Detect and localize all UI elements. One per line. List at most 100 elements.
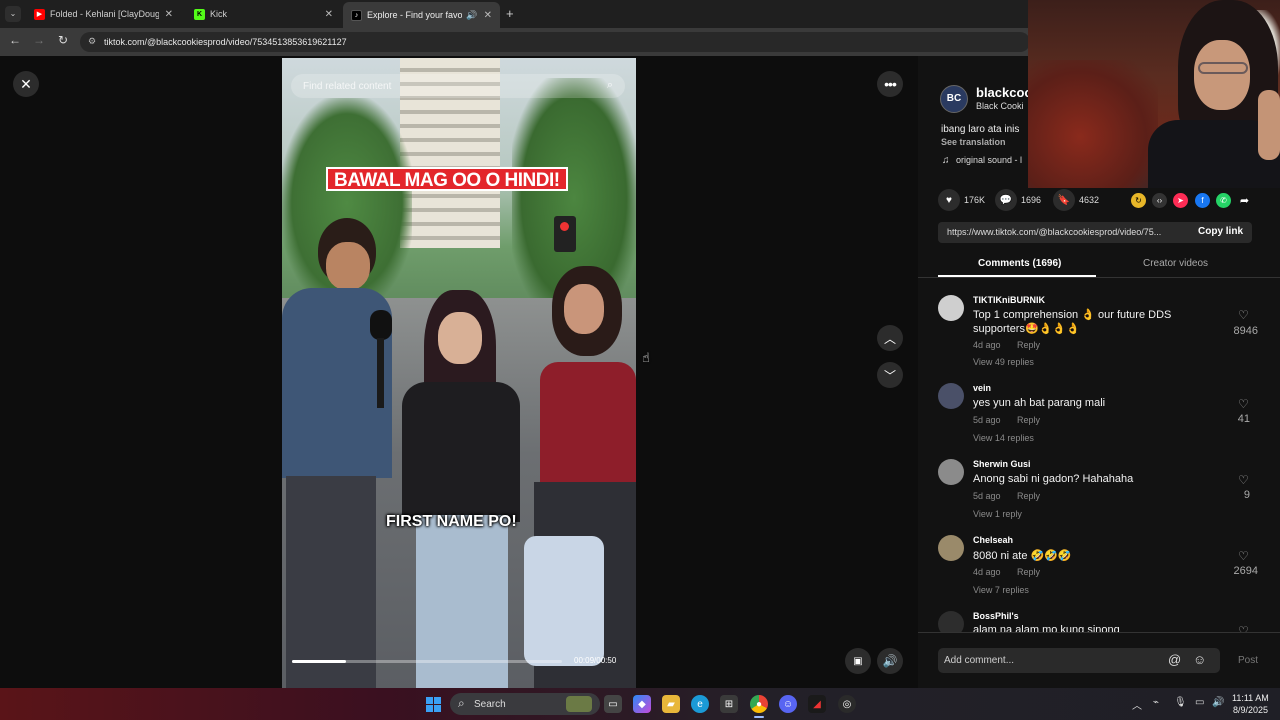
- send-icon[interactable]: ➤: [1173, 193, 1188, 208]
- reply-button[interactable]: Reply: [1017, 415, 1040, 425]
- volume-button[interactable]: 🔊: [877, 648, 903, 674]
- author-username[interactable]: blackcoo: [976, 85, 1032, 100]
- speaker-icon[interactable]: 🔊: [466, 10, 477, 21]
- commenter-avatar[interactable]: [938, 611, 964, 632]
- add-comment-input[interactable]: Add comment... @ ☺: [938, 648, 1220, 673]
- comment-like-count: 41: [1237, 413, 1250, 425]
- commenter-avatar[interactable]: [938, 535, 964, 561]
- close-viewer-button[interactable]: ✕: [13, 71, 39, 97]
- author-nickname: Black Cooki: [976, 101, 1024, 111]
- commenter-username[interactable]: vein: [973, 383, 991, 393]
- more-options-button[interactable]: •••: [877, 71, 903, 97]
- address-bar[interactable]: ⚙ tiktok.com/@blackcookiesprod/video/753…: [80, 32, 1030, 52]
- new-tab-button[interactable]: +: [506, 6, 514, 21]
- previous-video-button[interactable]: ︿: [877, 325, 903, 351]
- site-info-icon[interactable]: ⚙: [88, 36, 96, 47]
- view-replies-button[interactable]: View 7 replies: [973, 585, 1029, 595]
- see-translation-link[interactable]: See translation: [941, 137, 1006, 147]
- emoji-icon[interactable]: ☺: [1193, 652, 1206, 667]
- comment-button[interactable]: 💬: [995, 189, 1017, 211]
- forward-icon[interactable]: →: [31, 33, 47, 47]
- taskbar-search-box[interactable]: ⌕ Search: [450, 693, 600, 715]
- embed-icon[interactable]: ‹›: [1152, 193, 1167, 208]
- author-avatar[interactable]: BC: [940, 85, 968, 113]
- tiktok-icon: ♪: [351, 9, 362, 21]
- like-count: 176K: [964, 195, 986, 205]
- copy-link-button[interactable]: Copy link: [1198, 226, 1243, 237]
- video-progress-bar[interactable]: [292, 660, 562, 663]
- facebook-icon[interactable]: f: [1195, 193, 1210, 208]
- repost-icon[interactable]: ↻: [1131, 193, 1146, 208]
- task-view-icon[interactable]: ▭: [604, 695, 622, 713]
- close-tab-icon[interactable]: ✕: [484, 10, 492, 21]
- windows-start-icon[interactable]: [424, 695, 442, 713]
- reply-button[interactable]: Reply: [1017, 491, 1040, 501]
- tab-comments[interactable]: Comments (1696): [978, 258, 1061, 269]
- microsoft-store-icon[interactable]: ⊞: [720, 695, 738, 713]
- sound-name[interactable]: original sound - l: [956, 155, 1022, 165]
- comment-like-icon[interactable]: ♡: [1238, 473, 1249, 487]
- commenter-username[interactable]: TIKTIKniBURNIK: [973, 295, 1045, 305]
- mouse-cursor-icon: ☝: [642, 350, 650, 365]
- edge-icon[interactable]: e: [691, 695, 709, 713]
- comment-like-icon[interactable]: ♡: [1238, 624, 1249, 632]
- copilot-icon[interactable]: ◆: [633, 695, 651, 713]
- like-button[interactable]: ♥: [938, 189, 960, 211]
- traffic-light-red: [560, 222, 569, 231]
- next-video-button[interactable]: ﹀: [877, 362, 903, 388]
- close-tab-icon[interactable]: ✕: [325, 9, 333, 20]
- browser-tab-tiktok[interactable]: ♪ Explore - Find your favouri 🔊 ✕: [343, 2, 500, 28]
- reply-button[interactable]: Reply: [1017, 340, 1040, 350]
- view-replies-button[interactable]: View 14 replies: [973, 433, 1034, 443]
- video-caption-bottom: FIRST NAME PO!: [386, 513, 517, 530]
- microphone-image: [370, 310, 392, 340]
- obs-icon[interactable]: ◎: [838, 695, 856, 713]
- taskbar-date[interactable]: 8/9/2025: [1233, 705, 1268, 715]
- floating-player-button[interactable]: ▣: [845, 648, 871, 674]
- post-button[interactable]: Post: [1238, 655, 1258, 666]
- share-icon[interactable]: ➦: [1237, 193, 1252, 208]
- file-explorer-icon[interactable]: ▰: [662, 695, 680, 713]
- commenter-avatar[interactable]: [938, 459, 964, 485]
- comment-like-icon[interactable]: ♡: [1238, 549, 1249, 563]
- commenter-avatar[interactable]: [938, 383, 964, 409]
- taskbar-time[interactable]: 11:11 AM: [1232, 693, 1269, 703]
- browser-tab-kick[interactable]: K Kick ✕: [186, 2, 341, 26]
- commenter-username[interactable]: BossPhil's: [973, 611, 1019, 621]
- tab-title: Explore - Find your favouri: [367, 10, 463, 20]
- back-icon[interactable]: ←: [7, 33, 23, 47]
- microphone-tray-icon[interactable]: 🎙: [1174, 697, 1187, 708]
- comment-text: Anong sabi ni gadon? Hahahaha: [973, 473, 1134, 485]
- chrome-icon[interactable]: ●: [750, 695, 768, 713]
- save-button[interactable]: 🔖: [1053, 189, 1075, 211]
- related-content-search[interactable]: Find related content ⌕: [291, 74, 625, 98]
- reply-button[interactable]: Reply: [1017, 567, 1040, 577]
- search-icon[interactable]: ⌕: [607, 79, 613, 92]
- tab-list-dropdown-icon[interactable]: ⌄: [5, 6, 21, 22]
- commenter-avatar[interactable]: [938, 295, 964, 321]
- commenter-username[interactable]: Sherwin Gusi: [973, 459, 1031, 469]
- commenter-username[interactable]: Chelseah: [973, 535, 1013, 545]
- tab-creator-videos[interactable]: Creator videos: [1143, 258, 1208, 269]
- close-tab-icon[interactable]: ✕: [165, 9, 173, 20]
- volume-tray-icon[interactable]: 🔊: [1212, 697, 1224, 708]
- youtube-icon: ▶: [34, 8, 45, 20]
- discord-icon[interactable]: ☺: [779, 695, 797, 713]
- share-link-text[interactable]: https://www.tiktok.com/@blackcookiesprod…: [947, 227, 1161, 237]
- browser-tab-youtube[interactable]: ▶ Folded - Kehlani [ClayDough re ✕: [26, 2, 181, 26]
- tab-title: Kick: [210, 9, 228, 19]
- show-hidden-icons[interactable]: ︿: [1132, 697, 1142, 712]
- comment-like-icon[interactable]: ♡: [1238, 397, 1249, 411]
- view-replies-button[interactable]: View 1 reply: [973, 509, 1022, 519]
- whatsapp-icon[interactable]: ✆: [1216, 193, 1231, 208]
- reload-icon[interactable]: ↻: [55, 33, 71, 47]
- network-icon[interactable]: ⌁: [1153, 697, 1159, 708]
- taskbar-search-label: Search: [474, 698, 506, 710]
- video-player[interactable]: [282, 58, 636, 688]
- webcam-overlay: [1028, 0, 1280, 188]
- display-icon[interactable]: ▭: [1195, 697, 1204, 708]
- comment-like-icon[interactable]: ♡: [1238, 308, 1249, 322]
- view-replies-button[interactable]: View 49 replies: [973, 357, 1034, 367]
- mention-icon[interactable]: @: [1168, 652, 1181, 667]
- streaming-app-icon[interactable]: ◢: [808, 695, 826, 713]
